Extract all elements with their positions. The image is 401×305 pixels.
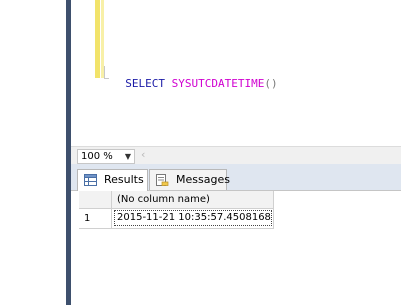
zoom-toolbar: 100 % ▼ ‹	[71, 146, 401, 165]
results-tab-strip: Results Messages	[71, 164, 401, 191]
tab-results[interactable]: Results	[77, 169, 148, 191]
sql-parentheses[interactable]: ()	[264, 77, 277, 90]
tab-messages-label: Messages	[176, 173, 230, 186]
cell-focus-outline	[114, 210, 272, 226]
column-header[interactable]: (No column name)	[112, 191, 274, 209]
code-outline-marker	[104, 66, 109, 79]
chevron-down-icon[interactable]: ▼	[125, 150, 131, 163]
scroll-left-icon[interactable]: ‹	[141, 148, 145, 161]
row-number-cell[interactable]: 1	[79, 209, 112, 229]
change-tracking-bar	[95, 0, 100, 78]
messages-icon	[156, 174, 169, 186]
sql-code-line[interactable]: SELECT SYSUTCDATETIME()	[112, 63, 277, 91]
grid-icon	[84, 174, 97, 186]
zoom-value: 100 %	[81, 151, 113, 162]
zoom-dropdown[interactable]: 100 % ▼	[77, 149, 135, 164]
window-left-border	[0, 0, 71, 305]
sql-function-name[interactable]: SYSUTCDATETIME	[172, 77, 265, 90]
sql-keyword-select[interactable]: SELECT	[125, 77, 165, 90]
sql-space	[165, 77, 172, 90]
tab-results-label: Results	[104, 173, 144, 186]
results-grid[interactable]: (No column name) 1 2015-11-21 10:35:57.4…	[71, 191, 401, 305]
tab-messages[interactable]: Messages	[149, 169, 230, 190]
grid-corner-cell[interactable]	[79, 191, 112, 209]
